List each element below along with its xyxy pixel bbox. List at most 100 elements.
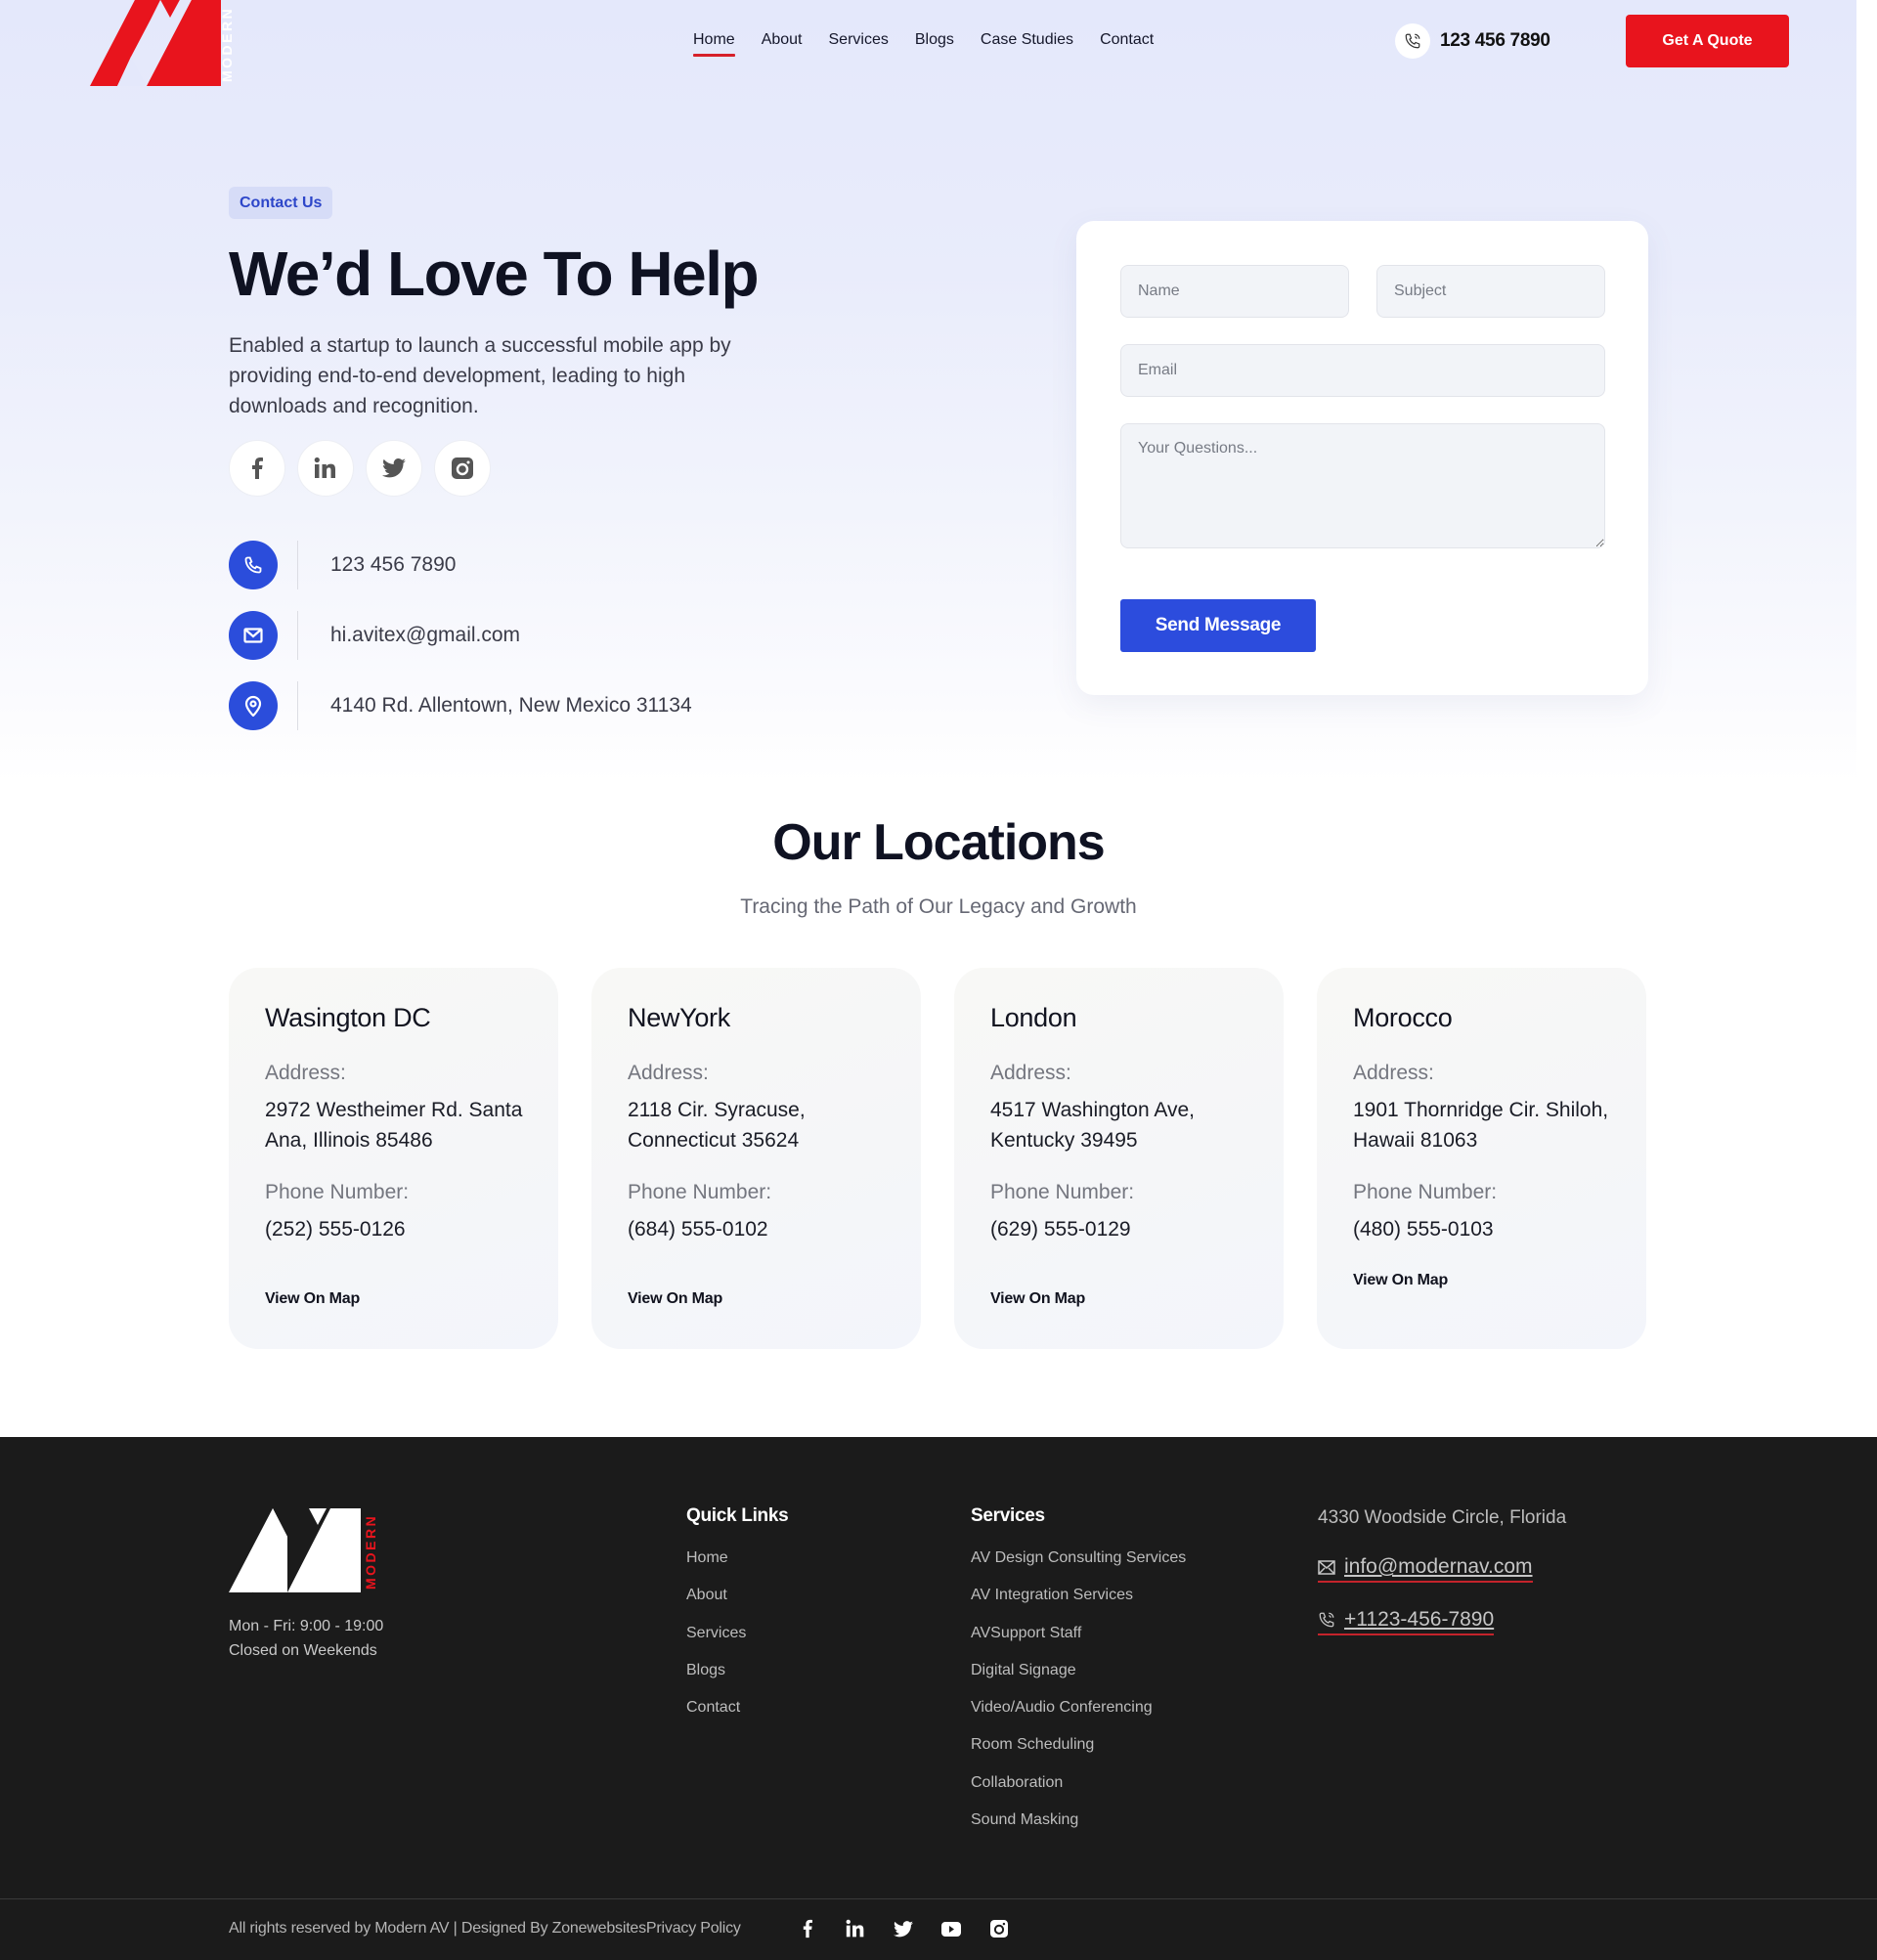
location-card: Wasington DC Address: 2972 Westheimer Rd… [229, 968, 558, 1349]
location-name: London [990, 1003, 1077, 1032]
footer-link-about[interactable]: About [686, 1587, 727, 1603]
footer-address: 4330 Woodside Circle, Florida [1318, 1507, 1567, 1528]
list-item: Collaboration [971, 1773, 1186, 1810]
footer-service-link[interactable]: AVSupport Staff [971, 1625, 1081, 1641]
location-address: 1901 Thornridge Cir. Shiloh, Hawaii 8106… [1353, 1099, 1609, 1152]
location-address: 4517 Washington Ave, Kentucky 39495 [990, 1099, 1195, 1152]
phone-icon [229, 541, 278, 589]
nav-case-studies[interactable]: Case Studies [981, 27, 1073, 53]
instagram-link[interactable] [434, 440, 491, 497]
header-phone-number: 123 456 7890 [1440, 30, 1550, 51]
footer-email-link[interactable]: info@modernav.com [1318, 1555, 1533, 1583]
nav-home[interactable]: Home [693, 27, 735, 57]
mail-icon [1318, 1559, 1335, 1575]
facebook-icon[interactable] [798, 1918, 817, 1939]
view-on-map-link[interactable]: View On Map [1353, 1272, 1448, 1289]
quick-links-list: Home About Services Blogs Contact [686, 1548, 746, 1735]
locations-subtitle: Tracing the Path of Our Legacy and Growt… [740, 895, 1137, 918]
footer-link-services[interactable]: Services [686, 1625, 746, 1641]
footer-service-link[interactable]: Sound Masking [971, 1811, 1078, 1828]
list-item: Room Scheduling [971, 1735, 1186, 1772]
footer-logo[interactable]: MODERN [229, 1505, 378, 1592]
contact-email-row[interactable]: hi.avitex@gmail.com [229, 611, 520, 660]
mail-icon [229, 611, 278, 660]
footer-phone: +1123-456-7890 [1344, 1608, 1495, 1631]
hero-description: Enabled a startup to launch a successful… [229, 334, 731, 417]
location-phone: (684) 555-0102 [628, 1218, 768, 1241]
send-message-button[interactable]: Send Message [1120, 599, 1316, 652]
twitter-link[interactable] [366, 440, 422, 497]
list-item: Home [686, 1548, 746, 1586]
contact-phone-row[interactable]: 123 456 7890 [229, 541, 456, 589]
facebook-link[interactable] [229, 440, 285, 497]
location-phone: (629) 555-0129 [990, 1218, 1131, 1241]
list-item: Sound Masking [971, 1810, 1186, 1848]
list-item: AV Integration Services [971, 1586, 1186, 1623]
linkedin-icon[interactable] [846, 1918, 865, 1939]
subject-input[interactable] [1376, 265, 1605, 318]
nav-about[interactable]: About [762, 27, 803, 53]
footer-service-link[interactable]: Video/Audio Conferencing [971, 1699, 1153, 1716]
location-phone: (252) 555-0126 [265, 1218, 406, 1241]
location-address: 2118 Cir. Syracuse, Connecticut 35624 [628, 1099, 806, 1152]
nav-services[interactable]: Services [829, 27, 889, 53]
divider [297, 681, 298, 730]
email-input[interactable] [1120, 344, 1605, 397]
footer-link-contact[interactable]: Contact [686, 1699, 740, 1716]
services-list: AV Design Consulting Services AV Integra… [971, 1548, 1186, 1848]
contact-address-row[interactable]: 4140 Rd. Allentown, New Mexico 31134 [229, 681, 692, 730]
location-phone: (480) 555-0103 [1353, 1218, 1494, 1241]
get-quote-button[interactable]: Get A Quote [1626, 15, 1789, 67]
footer-service-link[interactable]: AV Design Consulting Services [971, 1549, 1186, 1566]
address-label: Address: [1353, 1062, 1434, 1084]
location-card: Morocco Address: 1901 Thornridge Cir. Sh… [1317, 968, 1646, 1349]
business-hours: Mon - Fri: 9:00 - 19:00 Closed on Weeken… [229, 1614, 383, 1663]
location-name: NewYork [628, 1003, 730, 1032]
linkedin-icon [314, 457, 335, 478]
list-item: Services [686, 1624, 746, 1661]
footer-service-link[interactable]: Digital Signage [971, 1662, 1076, 1678]
header-phone[interactable]: 123 456 7890 [1395, 23, 1550, 59]
footer-social-links [798, 1918, 1009, 1939]
location-pin-icon [229, 681, 278, 730]
name-input[interactable] [1120, 265, 1349, 318]
contact-address: 4140 Rd. Allentown, New Mexico 31134 [330, 694, 692, 717]
location-card: NewYork Address: 2118 Cir. Syracuse, Con… [591, 968, 921, 1349]
logo[interactable]: MODERN [88, 0, 238, 86]
scrollbar-track[interactable] [1856, 0, 1877, 1437]
footer-link-blogs[interactable]: Blogs [686, 1662, 725, 1678]
phone-icon [1319, 1612, 1334, 1628]
list-item: Contact [686, 1698, 746, 1735]
phone-icon [1395, 23, 1430, 59]
divider [297, 611, 298, 660]
youtube-icon[interactable] [941, 1918, 961, 1939]
view-on-map-link[interactable]: View On Map [628, 1290, 722, 1308]
message-textarea[interactable] [1120, 423, 1605, 548]
footer-service-link[interactable]: AV Integration Services [971, 1587, 1133, 1603]
copyright-text: All rights reserved by Modern AV | Desig… [229, 1920, 741, 1937]
page-title: We’d Love To Help [229, 239, 760, 309]
list-item: About [686, 1586, 746, 1623]
address-label: Address: [990, 1062, 1071, 1084]
social-links [229, 440, 491, 497]
footer-service-link[interactable]: Room Scheduling [971, 1736, 1094, 1753]
view-on-map-link[interactable]: View On Map [265, 1290, 360, 1308]
hours-weekdays: Mon - Fri: 9:00 - 19:00 [229, 1618, 384, 1634]
contact-us-badge: Contact Us [229, 187, 333, 219]
logo-text: MODERN [219, 7, 235, 82]
hours-weekends: Closed on Weekends [229, 1642, 377, 1659]
nav-contact[interactable]: Contact [1100, 27, 1154, 53]
instagram-icon[interactable] [989, 1918, 1009, 1939]
nav-blogs[interactable]: Blogs [915, 27, 954, 53]
twitter-icon[interactable] [894, 1918, 913, 1939]
quick-links-title: Quick Links [686, 1505, 789, 1526]
footer-phone-link[interactable]: +1123-456-7890 [1318, 1608, 1495, 1635]
location-card: London Address: 4517 Washington Ave, Ken… [954, 968, 1284, 1349]
view-on-map-link[interactable]: View On Map [990, 1290, 1085, 1308]
services-title: Services [971, 1505, 1045, 1526]
twitter-icon [382, 458, 406, 478]
linkedin-link[interactable] [297, 440, 354, 497]
footer-service-link[interactable]: Collaboration [971, 1774, 1063, 1791]
phone-label: Phone Number: [990, 1181, 1135, 1203]
footer-link-home[interactable]: Home [686, 1549, 728, 1566]
